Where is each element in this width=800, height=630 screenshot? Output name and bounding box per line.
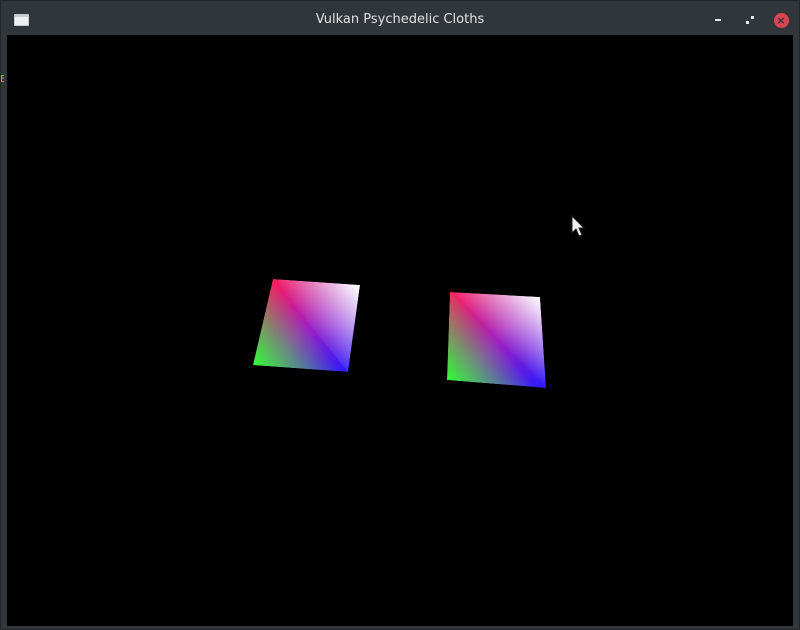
close-icon: × (773, 12, 789, 28)
maximize-icon (746, 16, 754, 24)
window-title: Vulkan Psychedelic Cloths (315, 12, 485, 27)
mouse-cursor-icon (571, 214, 586, 237)
maximize-button[interactable] (742, 12, 758, 28)
background-edge-text: E (0, 74, 4, 85)
scene-canvas (253, 214, 586, 388)
close-button[interactable]: × (773, 12, 789, 28)
minimize-icon (715, 19, 721, 21)
title-bar[interactable]: Vulkan Psychedelic Cloths × (1, 1, 799, 35)
right-cloth (447, 292, 546, 388)
left-cloth (253, 279, 360, 372)
minimize-button[interactable] (710, 12, 726, 28)
render-viewport[interactable] (7, 35, 793, 626)
